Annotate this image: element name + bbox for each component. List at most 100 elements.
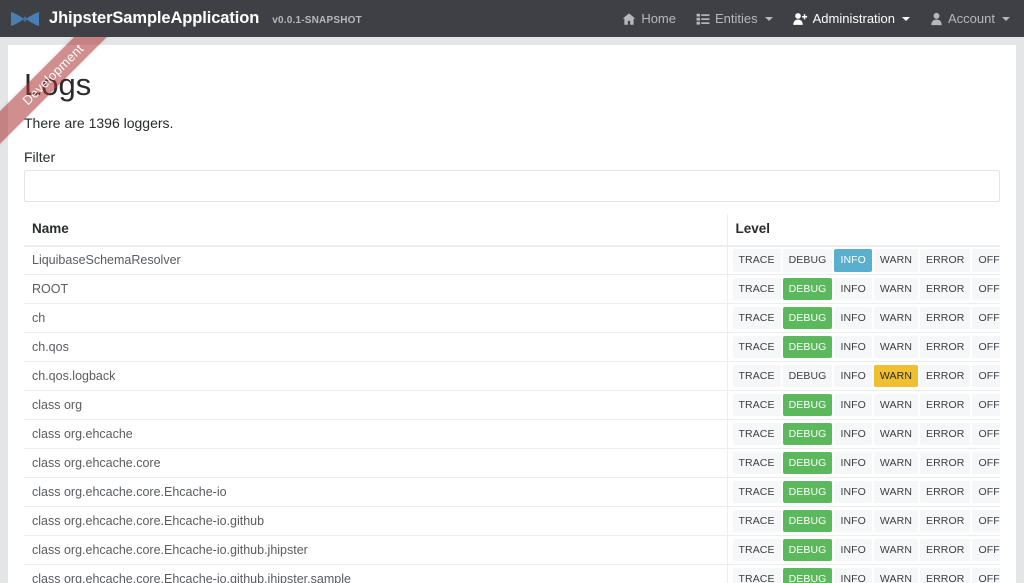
level-button-group: TRACE DEBUG INFO WARN ERROR OFF bbox=[732, 509, 1000, 533]
level-button-error[interactable]: ERROR bbox=[920, 277, 971, 301]
level-button-off[interactable]: OFF bbox=[972, 393, 1000, 417]
level-button-info[interactable]: INFO bbox=[834, 480, 872, 504]
level-button-debug[interactable]: DEBUG bbox=[782, 422, 833, 446]
level-button-trace[interactable]: TRACE bbox=[732, 451, 781, 475]
level-button-trace[interactable]: TRACE bbox=[732, 567, 781, 583]
logger-name-cell: class org bbox=[24, 390, 727, 421]
level-button-debug[interactable]: DEBUG bbox=[782, 509, 833, 533]
level-button-trace[interactable]: TRACE bbox=[732, 393, 781, 417]
level-button-warn[interactable]: WARN bbox=[873, 451, 919, 475]
filter-label: Filter bbox=[24, 148, 56, 165]
level-button-warn[interactable]: WARN bbox=[873, 422, 919, 446]
level-button-warn[interactable]: WARN bbox=[873, 567, 919, 583]
logger-level-cell: TRACE DEBUG INFO WARN ERROR OFF bbox=[726, 303, 1000, 334]
level-button-debug[interactable]: DEBUG bbox=[782, 364, 833, 388]
chevron-down-icon bbox=[1002, 16, 1010, 21]
level-button-trace[interactable]: TRACE bbox=[732, 335, 781, 359]
level-button-debug[interactable]: DEBUG bbox=[782, 451, 833, 475]
level-button-debug[interactable]: DEBUG bbox=[782, 567, 833, 583]
brand-link[interactable]: JhipsterSampleApplication v0.0.1-SNAPSHO… bbox=[10, 9, 362, 28]
level-button-debug[interactable]: DEBUG bbox=[782, 277, 833, 301]
level-button-warn[interactable]: WARN bbox=[873, 393, 919, 417]
level-button-trace[interactable]: TRACE bbox=[732, 422, 781, 446]
level-button-info[interactable]: INFO bbox=[834, 451, 872, 475]
table-row: ROOT TRACE DEBUG INFO WARN ERROR OFF bbox=[24, 274, 1000, 305]
level-button-info[interactable]: INFO bbox=[834, 393, 872, 417]
level-button-off[interactable]: OFF bbox=[972, 480, 1000, 504]
level-button-info[interactable]: INFO bbox=[834, 249, 872, 272]
level-button-error[interactable]: ERROR bbox=[920, 509, 971, 533]
level-button-info[interactable]: INFO bbox=[834, 538, 872, 562]
nav-item-administration[interactable]: Administration bbox=[792, 11, 911, 26]
level-button-error[interactable]: ERROR bbox=[920, 538, 971, 562]
level-button-error[interactable]: ERROR bbox=[920, 249, 971, 272]
level-button-error[interactable]: ERROR bbox=[920, 422, 971, 446]
level-button-group: TRACE DEBUG INFO WARN ERROR OFF bbox=[732, 249, 1000, 272]
level-button-group: TRACE DEBUG INFO WARN ERROR OFF bbox=[732, 422, 1000, 446]
level-button-info[interactable]: INFO bbox=[834, 364, 872, 388]
level-button-error[interactable]: ERROR bbox=[920, 451, 971, 475]
level-button-off[interactable]: OFF bbox=[972, 306, 1000, 330]
level-button-off[interactable]: OFF bbox=[972, 277, 1000, 301]
level-button-info[interactable]: INFO bbox=[834, 277, 872, 301]
level-button-trace[interactable]: TRACE bbox=[732, 306, 781, 330]
level-button-off[interactable]: OFF bbox=[972, 364, 1000, 388]
logger-level-cell: TRACE DEBUG INFO WARN ERROR OFF bbox=[726, 390, 1000, 421]
level-button-trace[interactable]: TRACE bbox=[732, 538, 781, 562]
level-button-error[interactable]: ERROR bbox=[920, 480, 971, 504]
nav-item-administration-label: Administration bbox=[812, 11, 896, 26]
level-button-trace[interactable]: TRACE bbox=[732, 277, 781, 301]
level-button-off[interactable]: OFF bbox=[972, 567, 1000, 583]
level-button-debug[interactable]: DEBUG bbox=[782, 335, 833, 359]
level-button-off[interactable]: OFF bbox=[972, 509, 1000, 533]
level-button-debug[interactable]: DEBUG bbox=[782, 538, 833, 562]
main-navbar: JhipsterSampleApplication v0.0.1-SNAPSHO… bbox=[0, 0, 1024, 37]
brand-title: JhipsterSampleApplication bbox=[49, 9, 260, 27]
level-button-trace[interactable]: TRACE bbox=[732, 249, 781, 272]
level-button-off[interactable]: OFF bbox=[972, 335, 1000, 359]
level-button-trace[interactable]: TRACE bbox=[732, 509, 781, 533]
level-button-off[interactable]: OFF bbox=[972, 451, 1000, 475]
logger-name-cell: ch.qos.logback bbox=[24, 361, 727, 392]
logger-level-cell: TRACE DEBUG INFO WARN ERROR OFF bbox=[726, 332, 1000, 363]
level-button-error[interactable]: ERROR bbox=[920, 335, 971, 359]
logger-name-cell: ch.qos bbox=[24, 332, 727, 363]
level-button-info[interactable]: INFO bbox=[834, 509, 872, 533]
level-button-error[interactable]: ERROR bbox=[920, 306, 971, 330]
logger-level-cell: TRACE DEBUG INFO WARN ERROR OFF bbox=[726, 535, 1000, 566]
level-button-warn[interactable]: WARN bbox=[873, 480, 919, 504]
level-button-trace[interactable]: TRACE bbox=[732, 364, 781, 388]
level-button-info[interactable]: INFO bbox=[834, 306, 872, 330]
logger-level-cell: TRACE DEBUG INFO WARN ERROR OFF bbox=[726, 361, 1000, 392]
level-button-debug[interactable]: DEBUG bbox=[782, 249, 833, 272]
level-button-off[interactable]: OFF bbox=[972, 422, 1000, 446]
level-button-warn[interactable]: WARN bbox=[873, 335, 919, 359]
user-icon bbox=[930, 12, 943, 26]
level-button-off[interactable]: OFF bbox=[972, 538, 1000, 562]
level-button-debug[interactable]: DEBUG bbox=[782, 393, 833, 417]
level-button-warn[interactable]: WARN bbox=[873, 306, 919, 330]
level-button-info[interactable]: INFO bbox=[834, 422, 872, 446]
level-button-error[interactable]: ERROR bbox=[920, 567, 971, 583]
level-button-debug[interactable]: DEBUG bbox=[782, 306, 833, 330]
nav-item-entities[interactable]: Entities bbox=[696, 11, 773, 26]
level-button-off[interactable]: OFF bbox=[972, 249, 1000, 272]
level-button-info[interactable]: INFO bbox=[834, 567, 872, 583]
level-button-warn[interactable]: WARN bbox=[873, 538, 919, 562]
filter-input[interactable] bbox=[24, 169, 1000, 202]
nav-item-account[interactable]: Account bbox=[930, 11, 1010, 26]
level-button-error[interactable]: ERROR bbox=[920, 393, 971, 417]
nav-item-account-label: Account bbox=[948, 11, 995, 26]
level-button-warn[interactable]: WARN bbox=[873, 277, 919, 301]
level-button-debug[interactable]: DEBUG bbox=[782, 480, 833, 504]
level-button-error[interactable]: ERROR bbox=[920, 364, 971, 388]
logger-name-cell: class org.ehcache.core.Ehcache-io.github… bbox=[24, 535, 727, 566]
nav-item-home[interactable]: Home bbox=[622, 11, 676, 26]
level-button-warn[interactable]: WARN bbox=[873, 509, 919, 533]
table-row: class org.ehcache.core TRACE DEBUG INFO WARN… bbox=[24, 448, 1000, 479]
level-button-trace[interactable]: TRACE bbox=[732, 480, 781, 504]
level-button-warn[interactable]: WARN bbox=[873, 364, 919, 388]
level-button-warn[interactable]: WARN bbox=[873, 249, 919, 272]
logger-level-cell: TRACE DEBUG INFO WARN ERROR OFF bbox=[726, 419, 1000, 450]
level-button-info[interactable]: INFO bbox=[834, 335, 872, 359]
